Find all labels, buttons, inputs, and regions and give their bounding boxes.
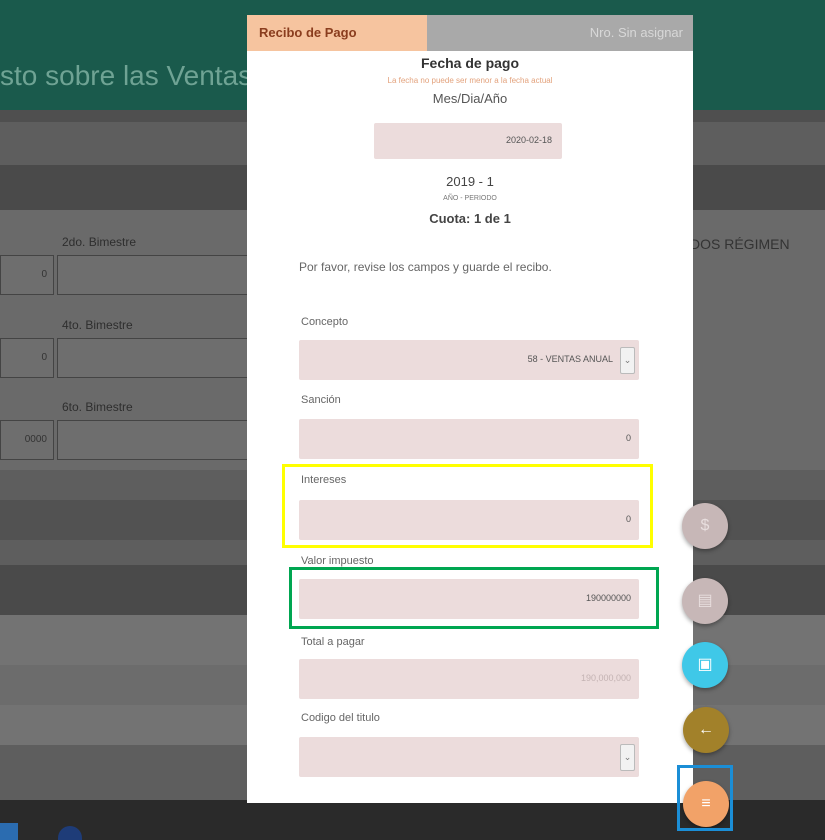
print-icon: ▤ [697, 592, 713, 609]
back-button[interactable]: ← [683, 707, 729, 753]
total-pagar-input: 190,000,000 [299, 659, 639, 699]
chevron-down-icon[interactable]: ⌄ [620, 347, 635, 374]
tab-recibo-de-pago[interactable]: Recibo de Pago [247, 15, 427, 51]
dollar-button[interactable]: $ [682, 503, 728, 549]
chevron-down-icon[interactable]: ⌄ [620, 744, 635, 771]
fecha-pago-note: La fecha no puede ser menor a la fecha a… [387, 76, 553, 85]
intereses-highlight [282, 464, 653, 548]
modal-header: Recibo de Pago Nro. Sin asignar [247, 15, 693, 51]
sancion-label: Sanción [301, 394, 341, 406]
concepto-value: 58 - VENTAS ANUAL [527, 354, 613, 364]
page-title: sto sobre las Ventas [0, 60, 253, 91]
valor-impuesto-label: Valor impuesto [301, 555, 374, 567]
payment-receipt-modal: Recibo de Pago Nro. Sin asignar Fecha de… [247, 15, 693, 803]
total-pagar-value: 190,000,000 [580, 673, 631, 683]
print-button[interactable]: ▤ [682, 578, 728, 624]
fecha-pago-input[interactable]: 2020-02-18 [374, 123, 562, 159]
sancion-input[interactable]: 0 [299, 419, 639, 459]
fecha-pago-title: Fecha de pago [420, 55, 520, 71]
menu-button-highlight [677, 765, 733, 831]
taskbar-start-icon[interactable] [0, 823, 18, 840]
codigo-titulo-label: Codigo del titulo [301, 712, 380, 724]
concepto-label: Concepto [301, 316, 349, 328]
total-pagar-label: Total a pagar [301, 636, 365, 648]
arrow-left-icon: ← [698, 721, 714, 738]
cuota-text: Cuota: 1 de 1 [429, 211, 511, 226]
period-value: 2019 - 1 [446, 174, 494, 189]
instructions-text: Por favor, revise los campos y guarde el… [299, 260, 552, 274]
field-left-input[interactable]: 0000 [0, 420, 54, 460]
date-format-label: Mes/Dia/Año [432, 91, 508, 106]
field-4to-bimestre-input[interactable] [57, 338, 249, 378]
dollar-icon: $ [700, 517, 710, 534]
fecha-pago-value: 2020-02-18 [505, 135, 552, 145]
field-label-4to-bimestre: 4to. Bimestre [62, 318, 133, 332]
field-left-input[interactable]: 0 [0, 255, 54, 295]
receipt-number: Nro. Sin asignar [427, 15, 693, 51]
period-label: AÑO - PERIODO [443, 195, 497, 202]
field-label-2do-bimestre: 2do. Bimestre [62, 235, 137, 249]
field-left-input[interactable]: 0 [0, 338, 54, 378]
save-button[interactable]: ▣ [682, 642, 728, 688]
codigo-titulo-select[interactable]: ⌄ [299, 737, 639, 777]
regimen-heading: DOS RÉGIMEN [690, 236, 790, 252]
field-2do-bimestre-input[interactable] [57, 255, 249, 295]
save-icon: ▣ [697, 656, 713, 673]
concepto-select[interactable]: 58 - VENTAS ANUAL ⌄ [299, 340, 639, 380]
field-6to-bimestre-input[interactable] [57, 420, 249, 460]
field-label-6to-bimestre: 6to. Bimestre [62, 400, 133, 414]
sancion-value: 0 [625, 433, 631, 443]
valor-impuesto-highlight [289, 567, 659, 629]
